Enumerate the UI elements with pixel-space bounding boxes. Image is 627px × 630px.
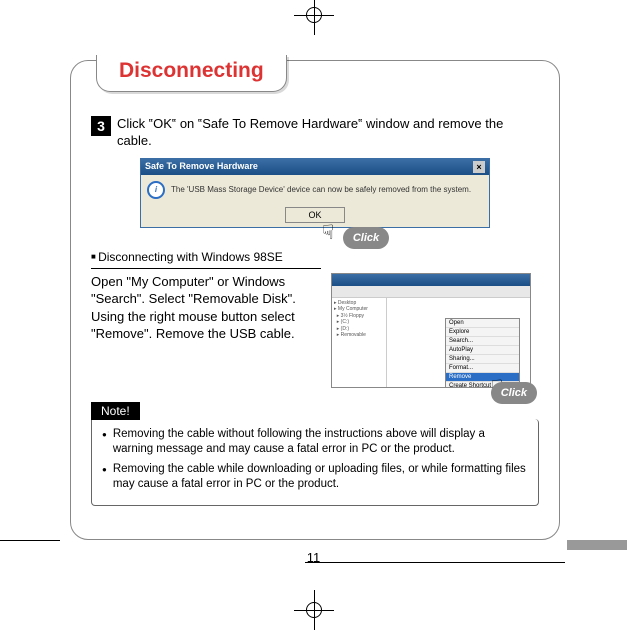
info-icon: i — [147, 181, 165, 199]
click-badge: Click — [343, 227, 389, 249]
explorer-toolbar — [332, 286, 530, 298]
page-frame: Disconnecting 3 Click ‟OK‟ on ‟Safe To R… — [70, 60, 560, 540]
ok-button[interactable]: OK — [285, 207, 345, 223]
close-icon[interactable]: × — [473, 161, 485, 173]
dialog-message: The 'USB Mass Storage Device' device can… — [171, 185, 471, 194]
note-box: Removing the cable without following the… — [91, 419, 539, 506]
win98-instructions: Open "My Computer" or Windows "Search". … — [91, 273, 321, 388]
crop-mark-right — [567, 540, 627, 550]
explorer-content: Open Explore Search... AutoPlay Sharing.… — [387, 298, 530, 387]
heading-underline — [91, 268, 321, 269]
crop-mark-top — [294, 0, 334, 35]
step-text: Click ‟OK‟ on ‟Safe To Remove Hardware‟ … — [117, 116, 539, 150]
crop-mark-left — [0, 540, 60, 541]
explorer-tree: ▸ Desktop▸ My Computer ▸ 3½ Floppy ▸ (C:… — [332, 298, 387, 387]
step-number-badge: 3 — [91, 116, 111, 136]
hand-cursor-icon: ☟ — [322, 220, 334, 245]
note-item: Removing the cable while downloading or … — [102, 462, 528, 493]
context-menu[interactable]: Open Explore Search... AutoPlay Sharing.… — [445, 318, 520, 388]
note-label: Note! — [91, 402, 140, 420]
explorer-screenshot: ▸ Desktop▸ My Computer ▸ 3½ Floppy ▸ (C:… — [331, 273, 531, 388]
dialog-titlebar: Safe To Remove Hardware × — [141, 159, 489, 175]
win98-heading: Disconnecting with Windows 98SE — [91, 250, 283, 264]
crop-mark-bottom — [294, 590, 334, 630]
click-badge: Click — [491, 382, 537, 404]
step-3: 3 Click ‟OK‟ on ‟Safe To Remove Hardware… — [91, 116, 539, 150]
safe-remove-dialog: Safe To Remove Hardware × i The 'USB Mas… — [140, 158, 490, 228]
section-title: Disconnecting — [96, 55, 287, 92]
explorer-titlebar — [332, 274, 530, 286]
note-item: Removing the cable without following the… — [102, 427, 528, 458]
page-number-line — [305, 562, 565, 563]
dialog-title-text: Safe To Remove Hardware — [145, 161, 258, 173]
